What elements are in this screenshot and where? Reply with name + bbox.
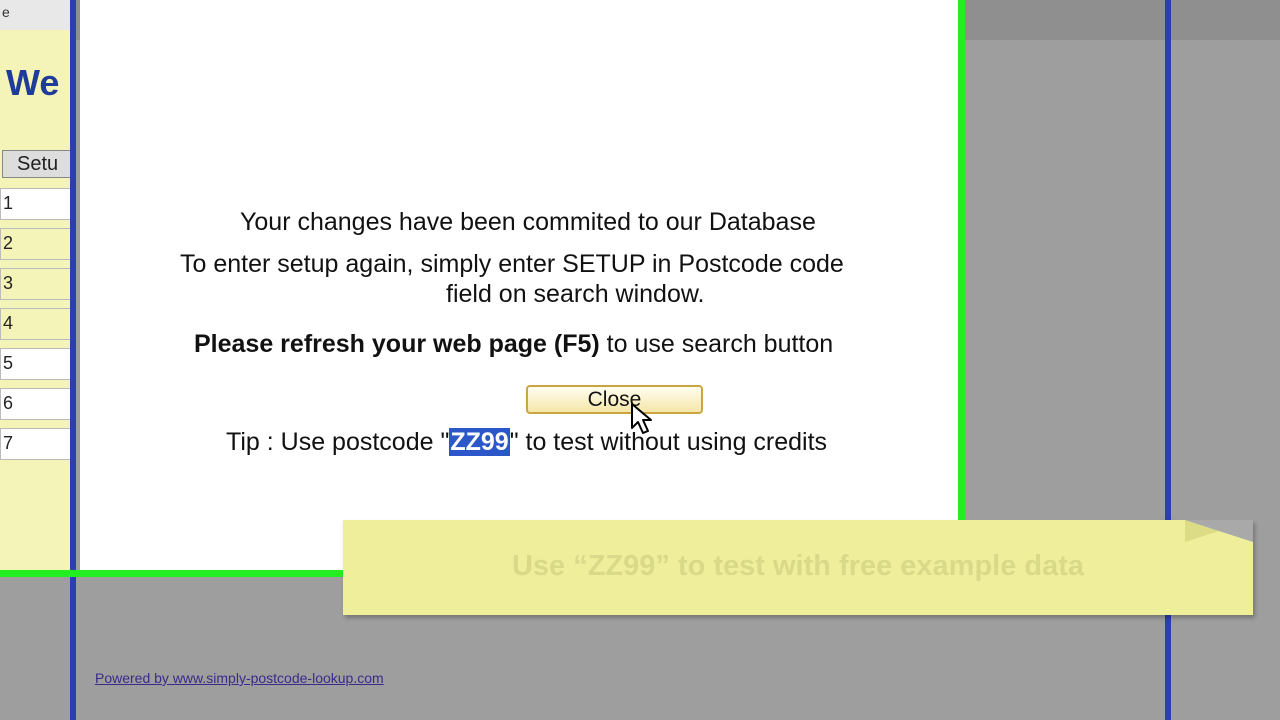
blue-frame-left — [70, 0, 76, 720]
refresh-instruction-bold: Please refresh your web page (F5) — [194, 330, 600, 358]
list-item[interactable]: 1 — [0, 188, 72, 220]
list-item[interactable]: 3 — [0, 268, 72, 300]
list-item[interactable]: 7 — [0, 428, 72, 460]
list-item[interactable]: 5 — [0, 348, 72, 380]
background-left-panel: e We Setu 1 2 3 4 5 6 7 — [0, 0, 72, 575]
callout-note-text: Use “ZZ99” to test with free example dat… — [511, 550, 1085, 582]
callout-note: Use “ZZ99” to test with free example dat… — [343, 520, 1253, 615]
commit-message: Your changes have been commited to our D… — [240, 208, 816, 236]
note-corner-cut — [1185, 520, 1253, 542]
tip-prefix: Tip : Use postcode " — [226, 428, 450, 456]
setup-instruction: To enter setup again, simply enter SETUP… — [180, 250, 844, 278]
background-tab: e — [0, 0, 72, 30]
tip-suffix: " to test without using credits — [509, 428, 828, 456]
powered-by-link[interactable]: Powered by www.simply-postcode-lookup.co… — [95, 670, 384, 686]
refresh-instruction: Please refresh your web page (F5) to use… — [80, 330, 1140, 359]
background-heading: We — [6, 62, 60, 103]
background-row-list: 1 2 3 4 5 6 7 — [0, 188, 72, 468]
close-button[interactable]: Close — [526, 385, 703, 414]
refresh-instruction-rest: to use search button — [599, 330, 834, 358]
list-item[interactable]: 6 — [0, 388, 72, 420]
list-item[interactable]: 2 — [0, 228, 72, 260]
setup-instruction-continued: field on search window. — [446, 280, 705, 308]
tip-text: Tip : Use postcode "ZZ99" to test withou… — [226, 428, 827, 457]
setup-button[interactable]: Setu — [2, 150, 72, 178]
list-item[interactable]: 4 — [0, 308, 72, 340]
tip-postcode-selected: ZZ99 — [449, 428, 510, 456]
